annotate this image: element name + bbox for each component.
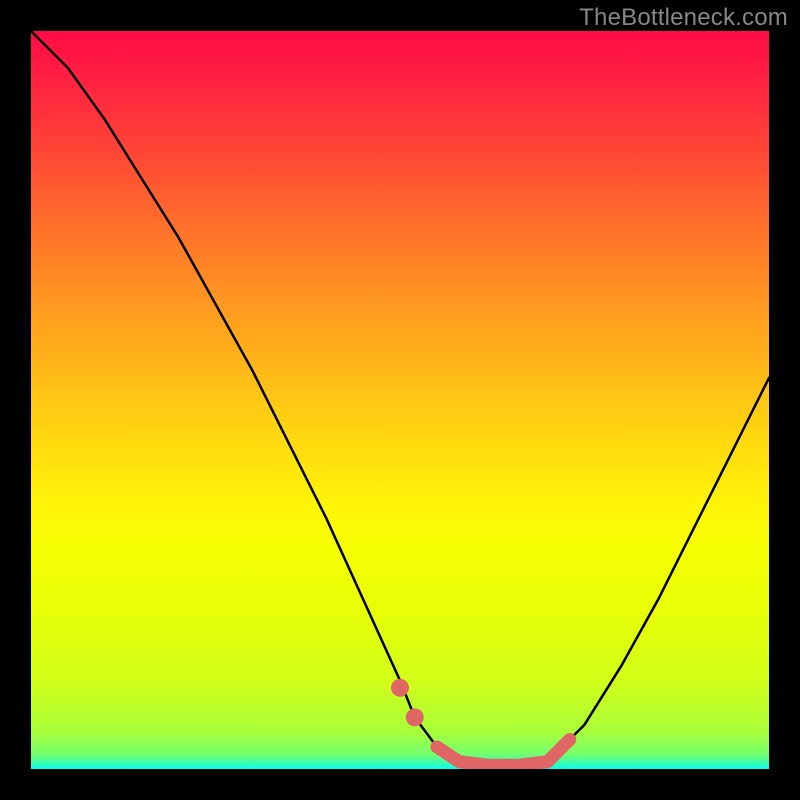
watermark-text: TheBottleneck.com — [579, 4, 788, 32]
chart-frame: TheBottleneck.com — [0, 0, 800, 800]
highlight-dot-2 — [406, 708, 424, 726]
valley-highlight-line — [437, 739, 570, 765]
highlight-dot-1 — [391, 679, 409, 697]
bottleneck-curve — [31, 31, 769, 765]
plot-area — [31, 31, 769, 769]
chart-svg — [31, 31, 769, 769]
